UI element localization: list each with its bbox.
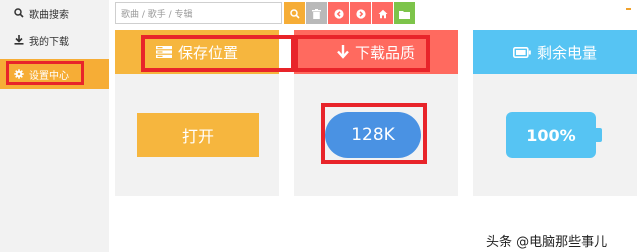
forward-button[interactable] bbox=[350, 2, 371, 24]
battery-tip bbox=[596, 128, 602, 142]
search-icon bbox=[14, 8, 24, 18]
home-icon bbox=[378, 4, 388, 23]
chevron-right-icon bbox=[355, 4, 366, 23]
minimize-icon[interactable] bbox=[626, 8, 631, 10]
battery-level: 100% bbox=[506, 112, 596, 158]
highlight-box bbox=[6, 61, 84, 85]
sidebar-item-label: 歌曲搜索 bbox=[29, 9, 69, 21]
sidebar-item-my-downloads[interactable]: 我的下载 bbox=[0, 28, 109, 52]
battery-card: 剩余电量 100% bbox=[473, 30, 637, 196]
sidebar: 歌曲搜索 我的下载 设置中心 bbox=[0, 0, 109, 252]
highlight-box bbox=[294, 35, 430, 72]
highlight-box bbox=[141, 35, 295, 72]
folder-icon bbox=[399, 4, 410, 23]
home-button[interactable] bbox=[372, 2, 393, 24]
battery-icon bbox=[512, 46, 531, 58]
card-header: 剩余电量 bbox=[473, 30, 637, 74]
open-folder-button[interactable] bbox=[394, 2, 415, 24]
chevron-left-icon bbox=[333, 4, 344, 23]
delete-button[interactable] bbox=[306, 2, 327, 24]
search-icon bbox=[289, 4, 300, 23]
search-input[interactable]: 歌曲 / 歌手 / 专辑 bbox=[115, 2, 282, 24]
app-window: 歌曲搜索 我的下载 设置中心 歌曲 / 歌手 / 专辑 保存位置 打开 下载品质… bbox=[0, 0, 640, 252]
card-title: 剩余电量 bbox=[536, 43, 597, 62]
trash-icon bbox=[312, 4, 321, 23]
download-icon bbox=[14, 35, 24, 45]
highlight-box bbox=[321, 103, 427, 164]
watermark: 头条 @电脑那些事儿 bbox=[486, 235, 608, 250]
back-button[interactable] bbox=[328, 2, 349, 24]
sidebar-item-song-search[interactable]: 歌曲搜索 bbox=[0, 1, 109, 25]
sidebar-item-label: 我的下载 bbox=[29, 36, 69, 48]
search-button[interactable] bbox=[284, 2, 305, 24]
open-folder-button[interactable]: 打开 bbox=[137, 113, 259, 157]
